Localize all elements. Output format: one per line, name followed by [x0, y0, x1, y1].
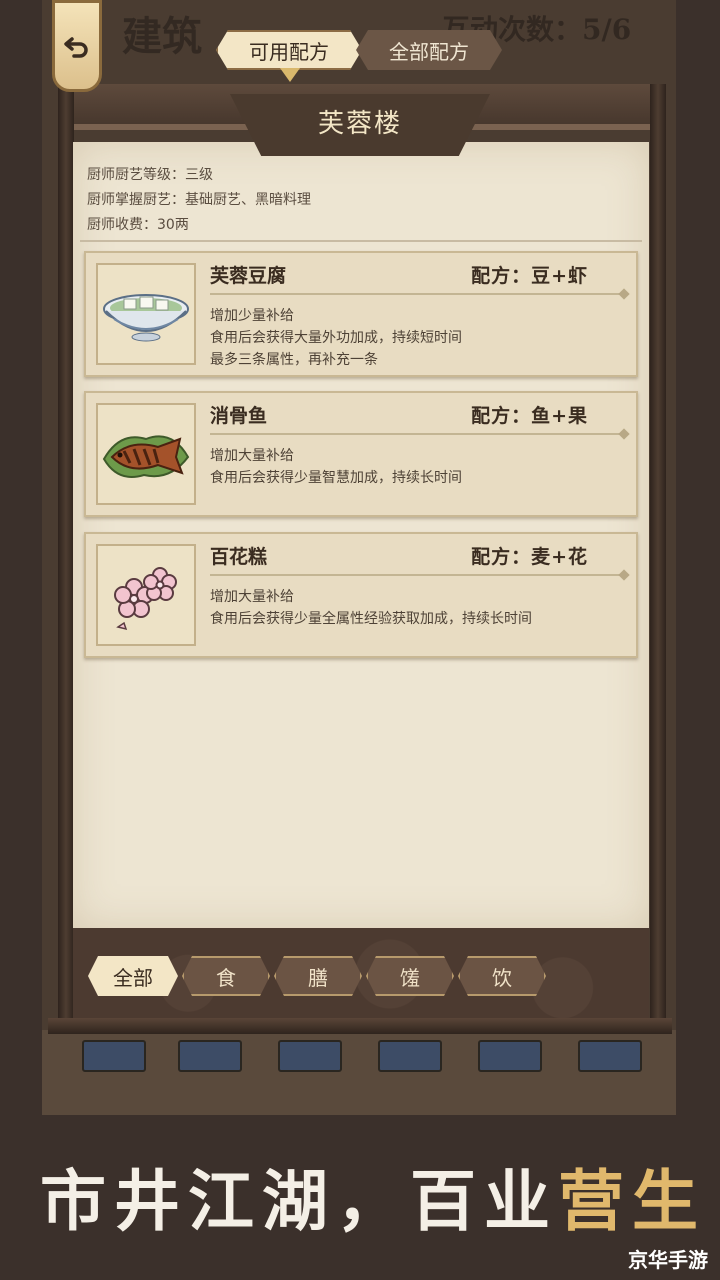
back-button[interactable]	[52, 0, 102, 92]
background-tab	[478, 1040, 542, 1072]
tab-all-recipes[interactable]: 全部配方	[356, 30, 502, 70]
back-arrow-icon	[64, 37, 88, 58]
recipe-card[interactable]: 芙蓉豆腐 配方：豆+虾 增加少量补给 食用后会获得大量外功加成，持续短时间 最多…	[84, 251, 638, 377]
fish-dish-icon	[96, 403, 196, 505]
recipe-formula: 配方：鱼+果	[471, 405, 588, 427]
right-pillar	[650, 84, 666, 1024]
recipe-name: 芙蓉豆腐	[210, 265, 287, 287]
slogan-main: 市井江湖，百业	[40, 1163, 558, 1240]
filter-food[interactable]: 食	[182, 956, 270, 996]
tofu-bowl-icon	[96, 263, 196, 365]
recipe-card[interactable]: 消骨鱼 配方：鱼+果 增加大量补给 食用后会获得少量智慧加成，持续长时间	[84, 391, 638, 517]
filter-meal[interactable]: 膳	[274, 956, 362, 996]
flower-cake-icon	[96, 544, 196, 646]
recipe-name: 百花糕	[210, 546, 268, 568]
background-title: 建筑	[122, 13, 202, 60]
background-tab	[378, 1040, 442, 1072]
recipe-desc: 增加大量补给	[210, 448, 294, 464]
card-divider	[210, 293, 624, 295]
chef-fee: 厨师收费：30两	[87, 217, 189, 233]
background-tab	[578, 1040, 642, 1072]
background-tab	[278, 1040, 342, 1072]
shop-plaque: 芙蓉楼	[230, 94, 490, 156]
filter-drink[interactable]: 饮	[458, 956, 546, 996]
chef-level: 厨师厨艺等级：三级	[87, 167, 213, 183]
recipe-desc: 增加大量补给	[210, 589, 294, 605]
left-pillar	[58, 84, 74, 1024]
slogan-highlight: 营生	[558, 1163, 706, 1240]
filter-all[interactable]: 全部	[88, 956, 178, 996]
base-beam	[48, 1018, 672, 1034]
chef-skills: 厨师掌握厨艺：基础厨艺、黑暗料理	[87, 192, 311, 208]
info-divider	[80, 240, 642, 242]
category-filters: 全部 食 膳 馐 饮	[88, 956, 546, 996]
filter-delicacy[interactable]: 馐	[366, 956, 454, 996]
promo-slogan: 市井江湖，百业营生	[40, 1148, 706, 1244]
recipe-formula: 配方：麦+花	[471, 546, 588, 568]
card-divider	[210, 433, 624, 435]
background-tab	[82, 1040, 146, 1072]
recipe-name: 消骨鱼	[210, 405, 268, 427]
recipe-desc: 食用后会获得少量智慧加成，持续长时间	[210, 470, 462, 486]
recipe-desc: 最多三条属性，再补充一条	[210, 352, 378, 368]
watermark: 京华手游	[628, 1248, 708, 1272]
shop-name: 芙蓉楼	[317, 108, 402, 139]
recipe-card[interactable]: 百花糕 配方：麦+花 增加大量补给 食用后会获得少量全属性经验获取加成，持续长时…	[84, 532, 638, 658]
recipe-tabs: 可用配方 全部配方	[216, 30, 502, 70]
recipe-desc: 食用后会获得少量全属性经验获取加成，持续长时间	[210, 611, 532, 627]
background-tab	[178, 1040, 242, 1072]
card-divider	[210, 574, 624, 576]
tab-available-recipes[interactable]: 可用配方	[216, 30, 362, 70]
recipe-formula: 配方：豆+虾	[471, 265, 588, 287]
recipe-desc: 食用后会获得大量外功加成，持续短时间	[210, 330, 462, 346]
recipe-desc: 增加少量补给	[210, 308, 294, 324]
